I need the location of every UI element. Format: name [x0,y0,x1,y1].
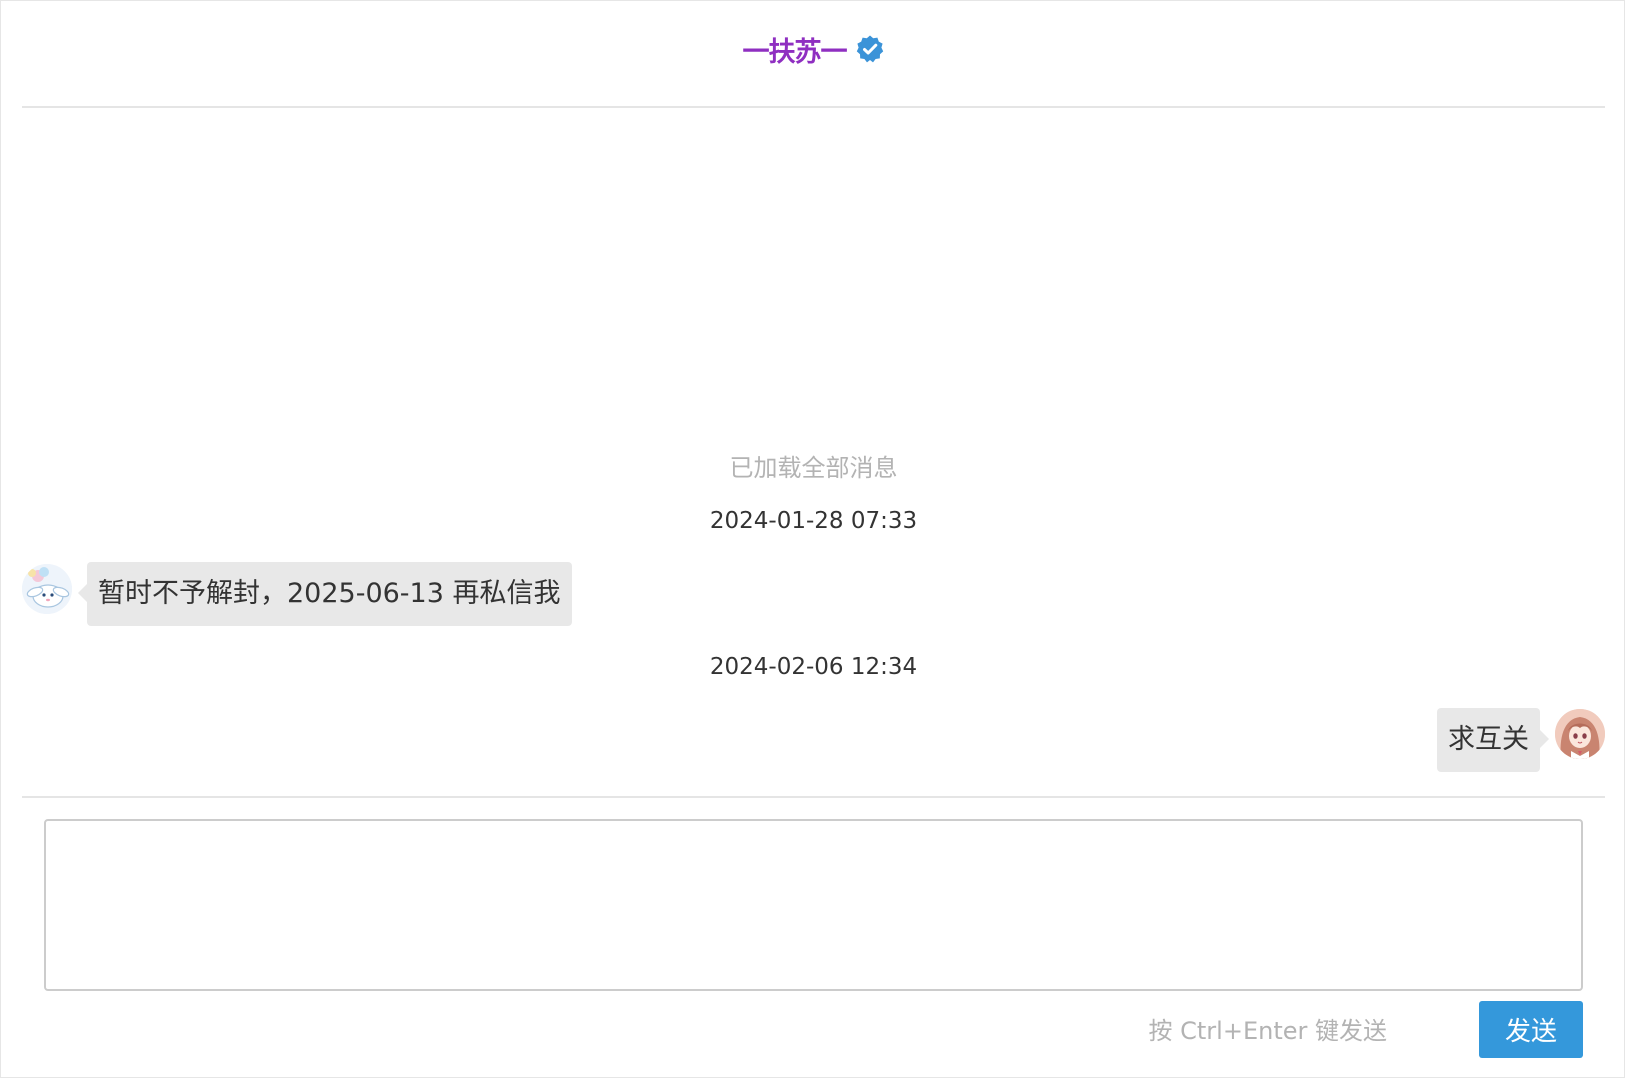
message-input[interactable] [44,819,1583,991]
send-button[interactable]: 发送 [1479,1001,1583,1058]
received-message-bubble[interactable]: 暂时不予解封，2025-06-13 再私信我 [78,562,572,626]
conversation-title[interactable]: 一扶苏一 [743,30,848,69]
verified-badge-icon [855,34,885,64]
all-loaded-notice: 已加载全部消息 [729,454,898,482]
message-timestamp: 2024-02-06 12:34 [709,654,918,680]
cartoon-bunny-avatar[interactable] [22,564,72,614]
sent-message-bubble[interactable]: 求互关 [1437,708,1549,772]
chat-header: 一扶苏一 [22,0,1605,108]
anime-girl-avatar[interactable] [1555,709,1605,759]
composer-divider [22,796,1605,798]
message-timestamp: 2024-01-28 07:33 [709,508,918,534]
message-list[interactable]: 已加载全部消息 2024-01-28 07:33 暂时不予解封，2025-06-… [22,108,1605,796]
send-shortcut-hint: 按 Ctrl+Enter 键发送 [1148,1017,1388,1045]
